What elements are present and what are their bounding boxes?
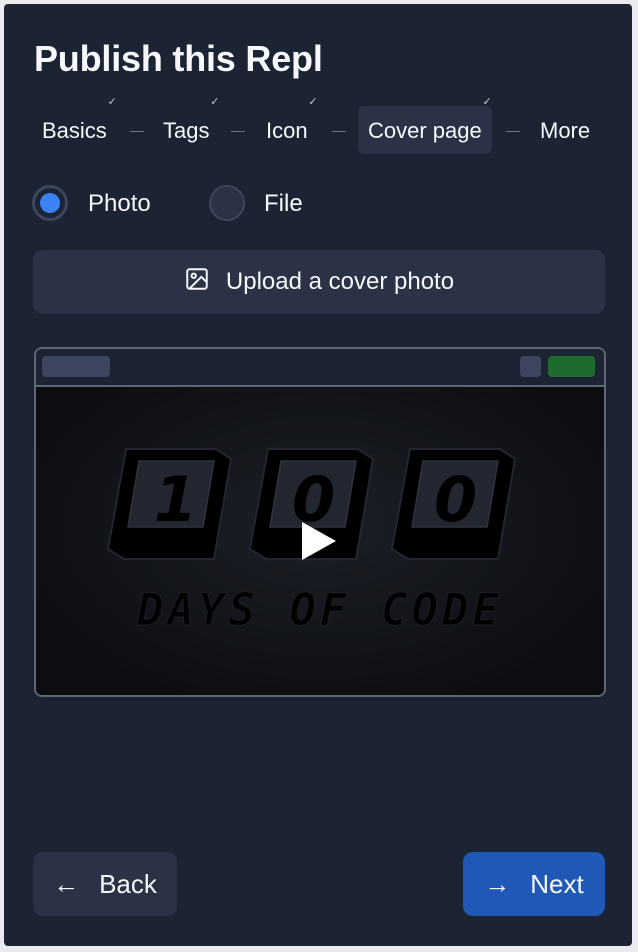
- photo-radio-label[interactable]: Photo: [88, 185, 151, 223]
- step-more[interactable]: More: [540, 106, 590, 154]
- step-separator: [231, 131, 245, 132]
- arrow-right-icon: →: [484, 869, 511, 899]
- dialog-title: Publish this Repl: [34, 38, 323, 79]
- back-button[interactable]: ← Back: [33, 852, 177, 916]
- step-cover-page[interactable]: Cover page ✓: [358, 96, 492, 154]
- step-label: Tags: [163, 118, 210, 143]
- preview-run-button-placeholder: [548, 356, 595, 377]
- step-basics[interactable]: Basics ✓: [42, 96, 117, 154]
- artwork-caption: DAYS OF CODE: [136, 585, 503, 636]
- cover-preview: 1 0 0 DAYS OF CODE: [34, 347, 606, 697]
- arrow-left-icon: ←: [53, 869, 80, 899]
- artwork-digit: 1: [154, 463, 197, 536]
- check-icon: ✓: [482, 96, 492, 108]
- step-label: More: [540, 118, 591, 143]
- cover-video-thumbnail[interactable]: 1 0 0 DAYS OF CODE: [36, 387, 604, 695]
- next-button[interactable]: → Next: [463, 852, 605, 916]
- step-icon[interactable]: Icon ✓: [266, 96, 318, 154]
- stepper: Basics ✓ Tags ✓ Icon ✓ Cover page ✓ More: [4, 96, 632, 154]
- image-icon: [184, 266, 210, 299]
- preview-button-placeholder: [520, 356, 541, 377]
- step-label: Basics: [42, 118, 107, 143]
- check-icon: ✓: [308, 96, 318, 108]
- step-label: Icon: [266, 118, 308, 143]
- back-button-label: Back: [99, 868, 157, 899]
- check-icon: ✓: [107, 96, 117, 108]
- step-label: Cover page: [368, 118, 482, 143]
- preview-toolbar: [36, 349, 604, 387]
- step-tags[interactable]: Tags ✓: [163, 96, 219, 154]
- preview-tab-placeholder: [42, 356, 110, 377]
- play-icon[interactable]: [302, 522, 336, 560]
- upload-cover-photo-button[interactable]: Upload a cover photo: [33, 250, 605, 314]
- artwork-digit: 0: [434, 463, 477, 536]
- photo-radio[interactable]: [32, 185, 68, 221]
- check-icon: ✓: [210, 96, 220, 108]
- file-radio[interactable]: [209, 185, 245, 221]
- step-separator: [332, 131, 346, 132]
- step-separator: [506, 131, 520, 132]
- next-button-label: Next: [530, 868, 584, 899]
- step-separator: [130, 131, 144, 132]
- file-radio-label[interactable]: File: [264, 185, 303, 223]
- publish-dialog: Publish this Repl Basics ✓ Tags ✓ Icon ✓…: [4, 4, 632, 946]
- upload-button-label: Upload a cover photo: [225, 268, 455, 295]
